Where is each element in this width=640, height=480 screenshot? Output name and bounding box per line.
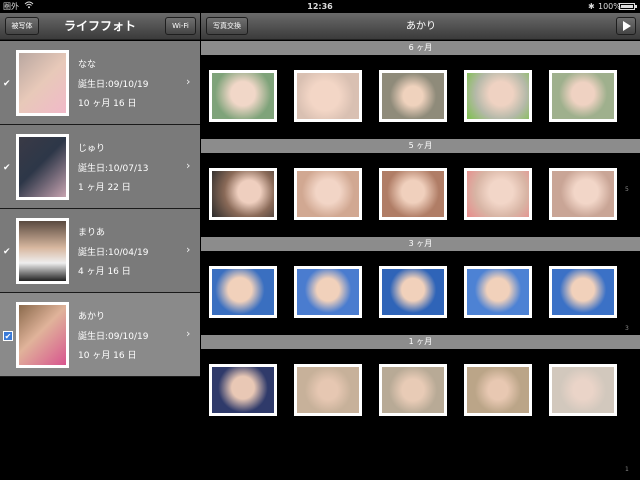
scroll-index-label: 3 <box>625 325 629 332</box>
section-header: 6 ヶ月 <box>201 41 640 55</box>
swap-photo-button[interactable]: 写真交換 <box>206 17 248 35</box>
photo-thumbnail[interactable] <box>209 70 277 122</box>
subject-birthday: 誕生日:09/10/19 <box>78 80 149 90</box>
subject-thumbnail <box>16 218 69 284</box>
photo-thumbnail[interactable] <box>209 168 277 220</box>
section-header: 1 ヶ月 <box>201 335 640 349</box>
subject-thumbnail <box>16 134 69 200</box>
section-header: 5 ヶ月 <box>201 139 640 153</box>
subject-age: 10 ヶ月 16 日 <box>78 351 137 361</box>
play-button[interactable] <box>616 17 636 35</box>
app-title: ライフフォト <box>63 19 136 33</box>
subject-toolbar: 被写体 ライフフォト Wi-Fi <box>0 13 200 40</box>
photo-thumbnail[interactable] <box>464 70 532 122</box>
subject-name: なな <box>78 60 97 70</box>
subject-row-selected[interactable]: ✔ あかり 誕生日:09/10/19 10 ヶ月 16 日 › <box>0 293 200 377</box>
scroll-index-label: 1 <box>625 466 629 473</box>
photo-thumbnail[interactable] <box>379 168 447 220</box>
photo-thumbnail[interactable] <box>549 266 617 318</box>
check-icon[interactable]: ✔ <box>3 79 13 89</box>
subject-birthday: 誕生日:09/10/19 <box>78 332 149 342</box>
photo-thumbnail[interactable] <box>549 364 617 416</box>
photo-thumbnail[interactable] <box>464 364 532 416</box>
photo-toolbar: 写真交換 あかり <box>201 13 640 40</box>
bluetooth-icon: ✱ <box>588 2 595 11</box>
chevron-right-icon[interactable]: › <box>186 159 190 172</box>
photo-thumbnail[interactable] <box>294 70 362 122</box>
checkbox-checked-icon[interactable]: ✔ <box>3 331 13 341</box>
scroll-index-label: 5 <box>625 186 629 193</box>
photo-pane-title: あかり <box>406 21 436 32</box>
photo-thumbnail[interactable] <box>294 168 362 220</box>
photo-thumbnail[interactable] <box>209 364 277 416</box>
subject-thumbnail <box>16 50 69 116</box>
subject-age: 4 ヶ月 16 日 <box>78 267 131 277</box>
subject-birthday: 誕生日:10/04/19 <box>78 248 149 258</box>
subject-list: ✔ なな 誕生日:09/10/19 10 ヶ月 16 日 › ✔ じゅり 誕生日… <box>0 41 200 377</box>
subject-row[interactable]: ✔ まりあ 誕生日:10/04/19 4 ヶ月 16 日 › <box>0 209 200 293</box>
app-root: 圏外 12:36 ✱ 100% 被写体 ライフフォト Wi-Fi ✔ なな 誕生… <box>0 0 640 480</box>
subject-name: じゅり <box>78 144 106 154</box>
battery-percent: 100% <box>598 2 621 11</box>
photo-thumbnail[interactable] <box>209 266 277 318</box>
subject-birthday: 誕生日:10/07/13 <box>78 164 149 174</box>
photo-thumbnail[interactable] <box>379 266 447 318</box>
wifi-button[interactable]: Wi-Fi <box>165 17 196 35</box>
subject-age: 10 ヶ月 16 日 <box>78 99 137 109</box>
section-header: 3 ヶ月 <box>201 237 640 251</box>
battery-icon <box>619 3 637 10</box>
subject-name: まりあ <box>78 228 106 238</box>
photo-pane: 写真交換 あかり 6 ヶ月 5 ヶ月 3 ヶ月 1 ヶ月 5 3 1 <box>201 13 640 480</box>
check-icon[interactable]: ✔ <box>3 163 13 173</box>
photo-thumbnail[interactable] <box>549 70 617 122</box>
photo-thumbnail[interactable] <box>294 266 362 318</box>
chevron-right-icon[interactable]: › <box>186 75 190 88</box>
photo-thumbnail[interactable] <box>379 364 447 416</box>
subject-age: 1 ヶ月 22 日 <box>78 183 131 193</box>
photo-thumbnail[interactable] <box>464 266 532 318</box>
status-bar: 圏外 12:36 ✱ 100% <box>0 0 640 13</box>
subject-name: あかり <box>78 312 106 322</box>
chevron-right-icon[interactable]: › <box>186 327 190 340</box>
check-icon[interactable]: ✔ <box>3 247 13 257</box>
chevron-right-icon[interactable]: › <box>186 243 190 256</box>
photo-thumbnail[interactable] <box>294 364 362 416</box>
photo-thumbnail[interactable] <box>464 168 532 220</box>
subject-pane: 被写体 ライフフォト Wi-Fi ✔ なな 誕生日:09/10/19 10 ヶ月… <box>0 13 200 480</box>
subject-thumbnail <box>16 302 69 368</box>
photo-thumbnail[interactable] <box>549 168 617 220</box>
subject-row[interactable]: ✔ なな 誕生日:09/10/19 10 ヶ月 16 日 › <box>0 41 200 125</box>
subject-row[interactable]: ✔ じゅり 誕生日:10/07/13 1 ヶ月 22 日 › <box>0 125 200 209</box>
status-time: 12:36 <box>307 2 333 11</box>
play-icon <box>623 21 631 31</box>
photo-thumbnail[interactable] <box>379 70 447 122</box>
subject-button[interactable]: 被写体 <box>5 17 39 35</box>
